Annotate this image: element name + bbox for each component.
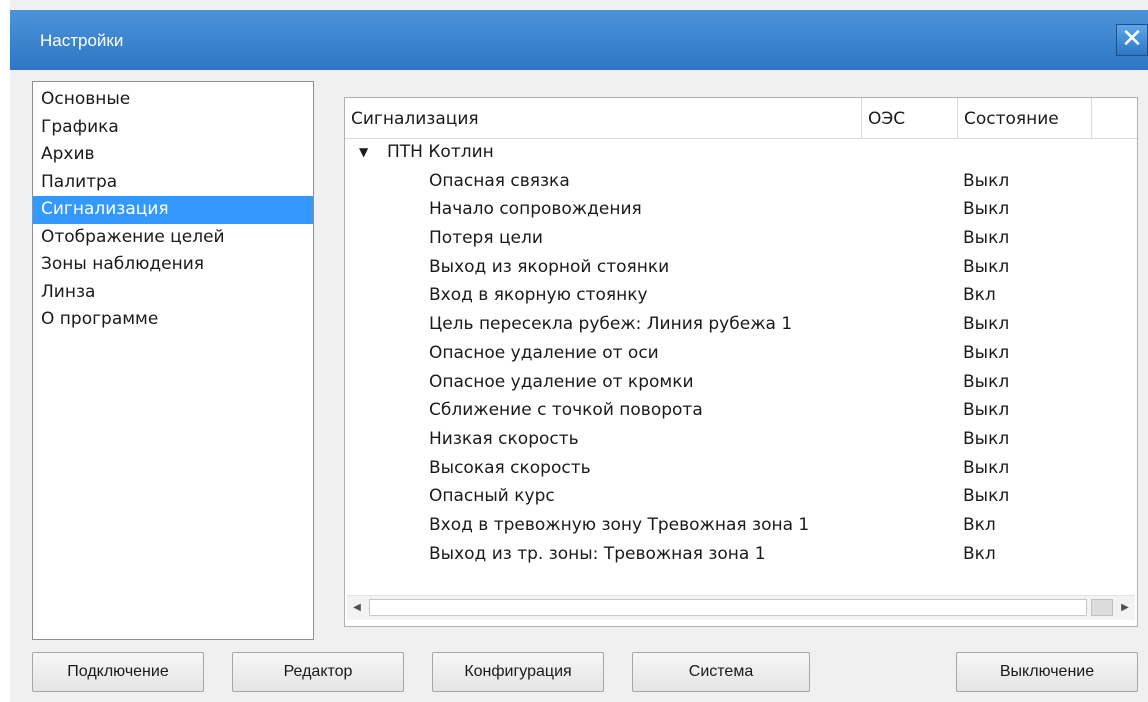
sidebar-item[interactable]: Отображение целей: [33, 224, 313, 252]
alarm-state[interactable]: Выкл: [963, 195, 1009, 224]
alarm-name: Выход из тр. зоны: Тревожная зона 1: [429, 543, 766, 564]
alarm-row[interactable]: Опасное удаление от оси Выкл: [345, 339, 1137, 368]
column-header-alarm[interactable]: Сигнализация: [345, 98, 862, 138]
alarm-state[interactable]: Выкл: [963, 253, 1009, 282]
alarm-name: Низкая скорость: [429, 428, 579, 449]
alarm-name: Потеря цели: [429, 228, 543, 249]
alarm-name: Опасная связка: [429, 170, 570, 191]
alarm-row[interactable]: Выход из тр. зоны: Тревожная зона 1 Вкл: [345, 540, 1137, 569]
window-title: Настройки: [40, 31, 124, 50]
expand-arrow-icon[interactable]: ▼: [359, 138, 368, 167]
configuration-button[interactable]: Конфигурация: [432, 652, 604, 692]
sidebar-item[interactable]: Основные: [33, 86, 313, 114]
alarm-name: Опасное удаление от кромки: [429, 371, 694, 392]
alarm-row[interactable]: Начало сопровождения Выкл: [345, 195, 1137, 224]
settings-category-list: Основные Графика Архив Палитра Сигнализация О…: [32, 81, 314, 640]
alarm-row[interactable]: Цель пересекла рубеж: Линия рубежа 1 Выкл: [345, 310, 1137, 339]
alarm-state[interactable]: Выкл: [963, 396, 1009, 425]
scroll-left-icon[interactable]: ◀: [347, 596, 367, 620]
close-button[interactable]: ✕: [1116, 24, 1148, 56]
tree-group-row[interactable]: ▼ ПТН Котлин: [345, 138, 1137, 167]
alarm-name: Опасное удаление от оси: [429, 342, 659, 363]
sidebar-item[interactable]: О программе: [33, 306, 313, 334]
connection-button[interactable]: Подключение: [32, 652, 204, 692]
alarm-row[interactable]: Вход в якорную стоянку Вкл: [345, 281, 1137, 310]
alarm-state[interactable]: Выкл: [963, 482, 1009, 511]
alarm-panel: Сигнализация ОЭС Состояние ▼ ПТН Котлин …: [344, 97, 1138, 627]
column-header-oes[interactable]: ОЭС: [862, 98, 958, 138]
editor-button[interactable]: Редактор: [232, 652, 404, 692]
sidebar-item[interactable]: Зоны наблюдения: [33, 251, 313, 279]
group-name: ПТН Котлин: [387, 142, 494, 162]
alarm-state[interactable]: Выкл: [963, 454, 1009, 483]
alarm-tree: ▼ ПТН Котлин Опасная связка Выкл Начало со…: [345, 138, 1137, 568]
alarm-state[interactable]: Выкл: [963, 425, 1009, 454]
alarm-state[interactable]: Выкл: [963, 310, 1009, 339]
alarm-row[interactable]: Низкая скорость Выкл: [345, 425, 1137, 454]
sidebar-item[interactable]: Архив: [33, 141, 313, 169]
alarm-row[interactable]: Выход из якорной стоянки Выкл: [345, 253, 1137, 282]
alarm-state[interactable]: Выкл: [963, 339, 1009, 368]
horizontal-scrollbar[interactable]: ◀ ▶: [347, 595, 1135, 620]
system-button[interactable]: Система: [632, 652, 810, 692]
alarm-name: Цель пересекла рубеж: Линия рубежа 1: [429, 314, 793, 335]
title-bar: Настройки ✕: [10, 10, 1148, 70]
alarm-name: Высокая скорость: [429, 457, 591, 478]
alarm-row[interactable]: Высокая скорость Выкл: [345, 454, 1137, 483]
sidebar-item[interactable]: Линза: [33, 279, 313, 307]
alarm-name: Вход в тревожную зону Тревожная зона 1: [429, 514, 810, 535]
alarm-row[interactable]: Вход в тревожную зону Тревожная зона 1 Вк…: [345, 511, 1137, 540]
table-header: Сигнализация ОЭС Состояние: [345, 98, 1137, 139]
scrollbar-track[interactable]: [369, 599, 1087, 616]
shutdown-button[interactable]: Выключение: [956, 652, 1138, 692]
close-icon: ✕: [1121, 24, 1143, 54]
settings-window: Настройки ✕ Основные Графика Архив Палитра С…: [10, 0, 1148, 702]
alarm-state[interactable]: Вкл: [963, 511, 996, 540]
scroll-right-icon[interactable]: ▶: [1115, 596, 1135, 620]
alarm-name: Опасный курс: [429, 486, 555, 507]
alarm-name: Выход из якорной стоянки: [429, 256, 670, 277]
alarm-state[interactable]: Выкл: [963, 167, 1009, 196]
alarm-state[interactable]: Выкл: [963, 224, 1009, 253]
alarm-state[interactable]: Вкл: [963, 540, 996, 569]
alarm-row[interactable]: Сближение с точкой поворота Выкл: [345, 396, 1137, 425]
alarm-name: Сближение с точкой поворота: [429, 400, 703, 421]
alarm-state[interactable]: Вкл: [963, 281, 996, 310]
scrollbar-thumb[interactable]: [1091, 599, 1113, 616]
alarm-state[interactable]: Выкл: [963, 368, 1009, 397]
alarm-name: Начало сопровождения: [429, 199, 642, 220]
alarm-row[interactable]: Опасное удаление от кромки Выкл: [345, 368, 1137, 397]
sidebar-item[interactable]: Сигнализация: [33, 196, 313, 224]
sidebar-item[interactable]: Палитра: [33, 169, 313, 197]
alarm-row[interactable]: Опасный курс Выкл: [345, 482, 1137, 511]
sidebar-item[interactable]: Графика: [33, 114, 313, 142]
column-header-state[interactable]: Состояние: [958, 98, 1092, 138]
alarm-row[interactable]: Потеря цели Выкл: [345, 224, 1137, 253]
alarm-name: Вход в якорную стоянку: [429, 285, 648, 306]
alarm-row[interactable]: Опасная связка Выкл: [345, 167, 1137, 196]
